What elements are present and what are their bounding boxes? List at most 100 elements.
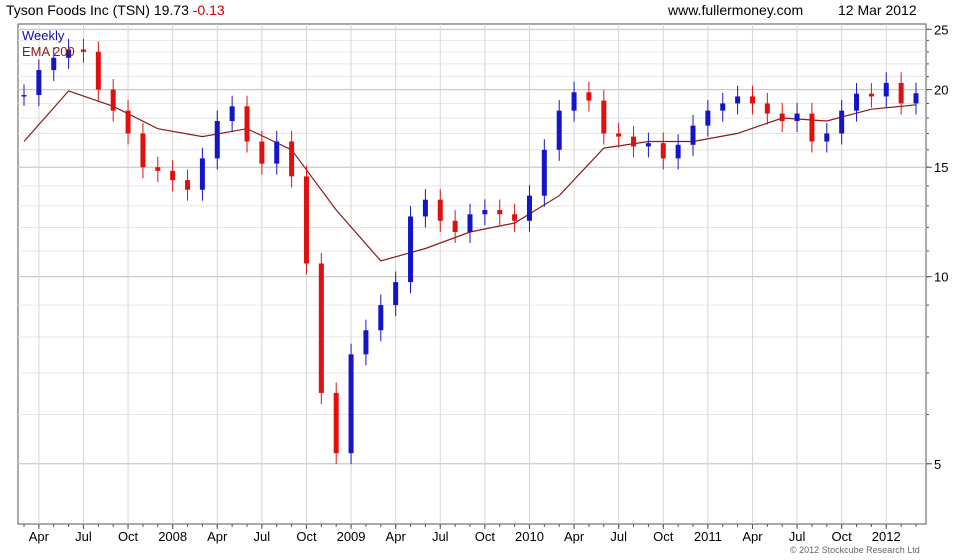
candle-body xyxy=(497,210,503,215)
candle-body xyxy=(437,199,443,221)
x-tick-label: 2008 xyxy=(158,529,187,544)
candle-body xyxy=(690,125,696,145)
candle-body xyxy=(512,214,518,221)
candle-body xyxy=(586,92,592,101)
x-tick-label: Apr xyxy=(29,529,50,544)
legend-ema: EMA 200 xyxy=(22,44,75,59)
candle-body xyxy=(140,133,146,168)
x-axis: Apr Jul Oct 2008 Apr Jul Oct 2009 Apr Jul Oct 2010 A… xyxy=(23,524,917,544)
candle-body xyxy=(556,110,562,150)
y-tick-label: 20 xyxy=(934,83,948,98)
candle-body xyxy=(229,106,235,122)
x-tick-label: 2011 xyxy=(694,529,722,544)
x-tick-label: Jul xyxy=(432,529,449,544)
x-tick-label: Apr xyxy=(564,529,585,544)
website-label: www.fullermoney.com xyxy=(667,2,803,18)
candle xyxy=(303,165,309,275)
candle-body xyxy=(452,220,458,232)
candle xyxy=(348,343,354,465)
candle-body xyxy=(601,100,607,134)
x-tick-label: Oct xyxy=(118,529,139,544)
y-axis: 5 10 15 20 25 xyxy=(926,22,948,472)
y-tick-label: 5 xyxy=(934,457,941,472)
x-tick-label: Jul xyxy=(610,529,627,544)
candle-body xyxy=(199,158,205,190)
candle-body xyxy=(21,95,27,97)
candle-body xyxy=(764,103,770,114)
x-tick-label: 2012 xyxy=(872,529,901,544)
candle-body xyxy=(720,103,726,111)
candle-body xyxy=(333,392,339,454)
candle-body xyxy=(51,57,57,71)
candle-body xyxy=(482,210,488,215)
candle-body xyxy=(913,93,919,104)
x-tick-label: 2009 xyxy=(337,529,366,544)
candle-body xyxy=(541,149,547,196)
candle-body xyxy=(36,70,42,96)
candle-body xyxy=(809,113,815,142)
x-tick-label: Jul xyxy=(789,529,806,544)
x-tick-label: Oct xyxy=(832,529,853,544)
candle-body xyxy=(408,216,414,283)
candle-body xyxy=(422,199,428,217)
candle-body xyxy=(259,141,265,164)
candle-body xyxy=(348,354,354,454)
candle-body xyxy=(616,133,622,137)
x-tick-label: Oct xyxy=(296,529,317,544)
candle-body xyxy=(303,176,309,264)
candle-body xyxy=(839,110,845,134)
candle-body xyxy=(393,282,399,306)
candle-body xyxy=(675,144,681,159)
candle-body xyxy=(749,96,755,104)
price-change: -0.13 xyxy=(193,2,225,18)
svg-text:Tyson Foods Inc (TSN) 19.73 -0: Tyson Foods Inc (TSN) 19.73 -0.13 xyxy=(6,2,225,18)
y-tick-label: 15 xyxy=(934,160,948,175)
x-tick-label: Jul xyxy=(254,529,271,544)
candle-body xyxy=(318,263,324,393)
chart-date: 12 Mar 2012 xyxy=(838,2,917,18)
candle-body xyxy=(378,305,384,331)
candle-body xyxy=(289,141,295,177)
candle xyxy=(408,205,414,294)
candle-body xyxy=(735,96,741,104)
candle-body xyxy=(868,93,874,97)
candle-body xyxy=(660,143,666,159)
company-name: Tyson Foods Inc (TSN) xyxy=(6,2,150,18)
candle xyxy=(333,382,339,465)
candle-body xyxy=(705,110,711,126)
candle-body xyxy=(170,170,176,181)
candle-body xyxy=(631,136,637,147)
candle-body xyxy=(898,82,904,104)
candle-body xyxy=(779,113,785,122)
x-tick-label: Apr xyxy=(742,529,763,544)
copyright-text: © 2012 Stockcube Research Ltd xyxy=(790,545,920,555)
candle-body xyxy=(794,113,800,122)
stock-chart: Tyson Foods Inc (TSN) 19.73 -0.13 www.fu… xyxy=(6,2,948,555)
candle-body xyxy=(110,89,116,111)
x-tick-label: Oct xyxy=(653,529,674,544)
candle-body xyxy=(155,167,161,171)
candle-body xyxy=(95,51,101,90)
candle-body xyxy=(80,49,86,52)
y-tick-label: 10 xyxy=(934,270,948,285)
candle-body xyxy=(467,214,473,232)
candle-body xyxy=(214,121,220,159)
candle-body xyxy=(185,180,191,190)
x-tick-label: 2010 xyxy=(515,529,544,544)
candle-body xyxy=(883,82,889,97)
x-tick-label: Jul xyxy=(75,529,92,544)
candle-body xyxy=(125,110,131,134)
x-tick-label: Apr xyxy=(386,529,407,544)
x-tick-label: Oct xyxy=(475,529,496,544)
legend-weekly: Weekly xyxy=(22,28,65,43)
x-tick-label: Apr xyxy=(207,529,228,544)
candle-body xyxy=(645,143,651,147)
candle-body xyxy=(571,92,577,111)
candle xyxy=(318,252,324,404)
y-tick-label: 25 xyxy=(934,22,948,37)
candle-body xyxy=(854,93,860,111)
candle-body xyxy=(244,106,250,142)
chart-header: Tyson Foods Inc (TSN) 19.73 -0.13 www.fu… xyxy=(6,2,917,18)
candle-body xyxy=(274,141,280,164)
candle-body xyxy=(363,330,369,355)
